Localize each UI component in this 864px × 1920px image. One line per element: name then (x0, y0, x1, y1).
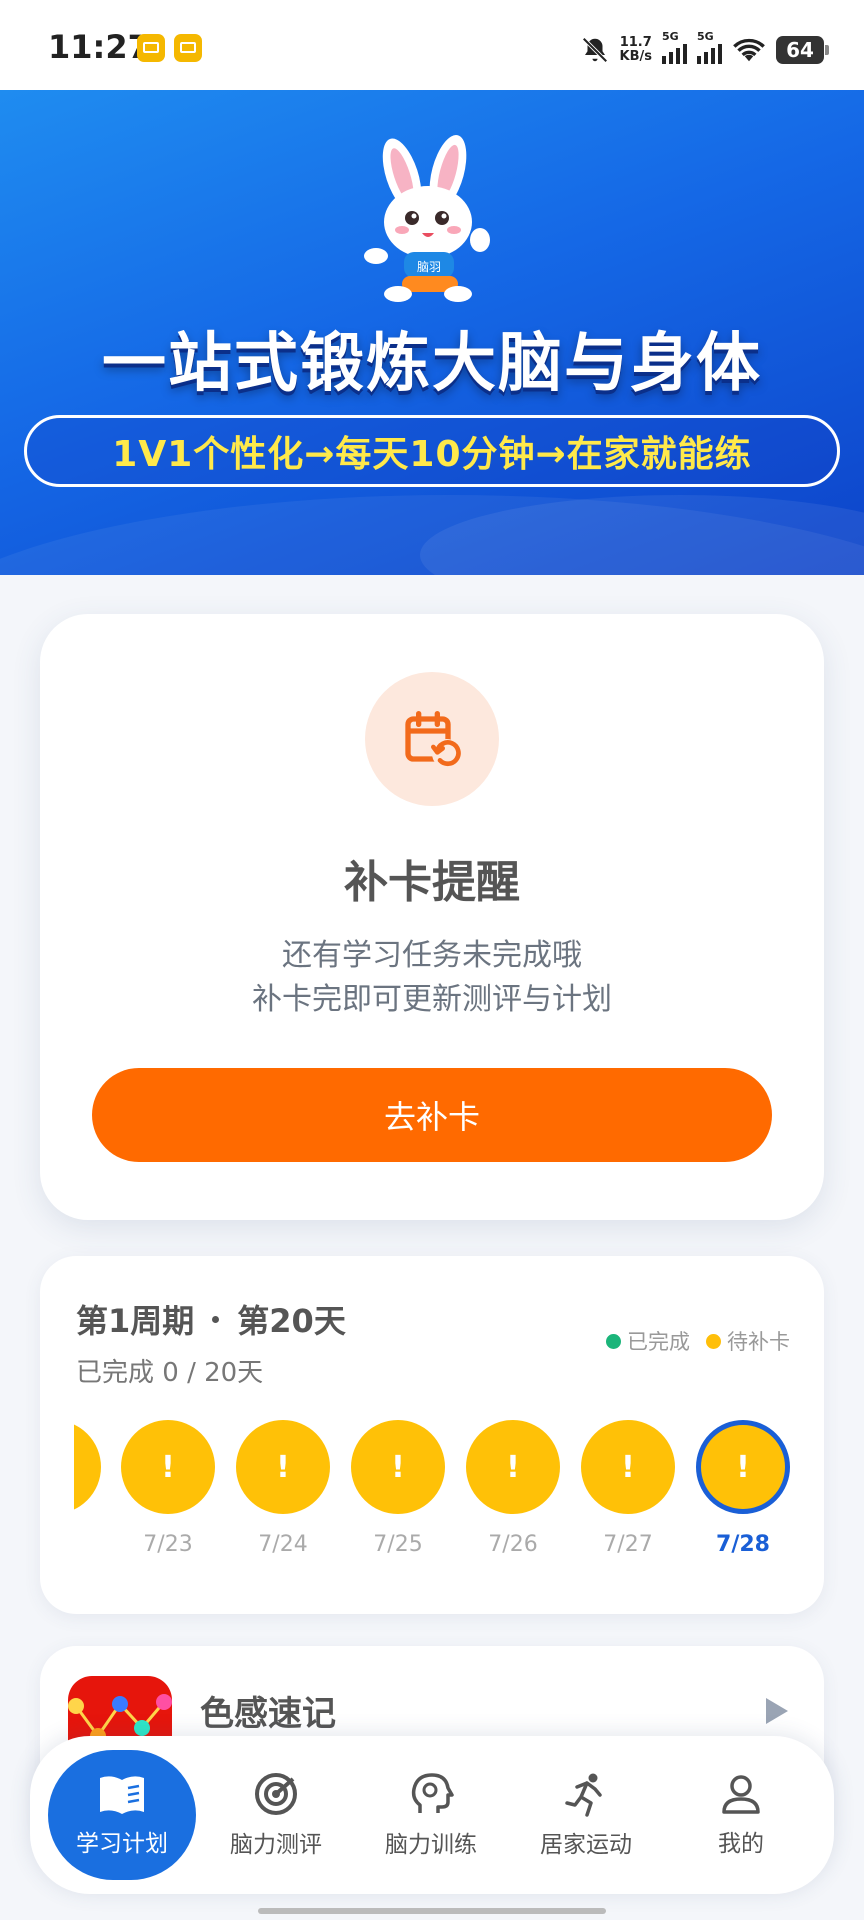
running-icon (565, 1773, 602, 1817)
legend-dot-completed (606, 1333, 621, 1349)
day-label: 第20天 (237, 1302, 346, 1340)
day-status-circle (74, 1420, 101, 1514)
cycle-progress-text: 已完成 0 / 20天 (76, 1358, 264, 1388)
nav-label: 我的 (718, 1831, 764, 1857)
day-item[interactable]: ! 7/26 (465, 1420, 561, 1557)
banner-title: 一站式锻炼大脑与身体 (102, 327, 762, 401)
nav-label: 学习计划 (76, 1831, 168, 1857)
status-bar: 11:27 11.7 KB/s 5G 5G 64 (0, 0, 864, 90)
sim1-label: 5G (662, 30, 679, 43)
user-icon (722, 1775, 760, 1814)
rabbit-mascot-icon: 脑羽 (364, 135, 490, 302)
day-status-circle: ! (466, 1420, 560, 1514)
bottom-nav: 学习计划 脑力测评 脑力训练 居家运动 我的 (30, 1736, 834, 1894)
makeup-reminder-card: 补卡提醒 还有学习任务未完成哦 补卡完即可更新测评与计划 去补卡 (40, 614, 824, 1220)
wifi-icon (733, 38, 765, 62)
nav-study-plan[interactable]: 学习计划 (48, 1750, 196, 1880)
legend-pending-label: 待补卡 (727, 1330, 790, 1354)
nav-brain-training[interactable]: 脑力训练 (357, 1750, 505, 1880)
day-date: 7/26 (488, 1532, 538, 1557)
day-status-circle: ! (236, 1420, 330, 1514)
reminder-title: 补卡提醒 (344, 857, 520, 908)
cycle-header: 第1周期 第20天 (76, 1296, 346, 1342)
signal-sim2-icon: 5G (697, 30, 722, 64)
mascot-badge: 脑羽 (417, 260, 441, 274)
network-speed: 11.7 KB/s (620, 36, 652, 64)
status-legend: 已完成 待补卡 (606, 1326, 790, 1356)
legend-completed-label: 已完成 (627, 1330, 690, 1354)
cycle-label: 第1周期 (76, 1302, 195, 1340)
day-item-current[interactable]: ! 7/28 (695, 1420, 791, 1557)
day-status-circle-current: ! (696, 1420, 790, 1514)
nav-brain-assessment[interactable]: 脑力测评 (202, 1750, 350, 1880)
day-date: 7/24 (258, 1532, 308, 1557)
status-time: 11:27 (48, 28, 150, 66)
separator-dot (212, 1315, 220, 1323)
calendar-refresh-icon (405, 711, 462, 769)
network-speed-unit: KB/s (619, 49, 652, 64)
day-item[interactable]: ! 7/25 (350, 1420, 446, 1557)
signal-sim1-icon: 5G (662, 30, 687, 64)
day-status-circle: ! (581, 1420, 675, 1514)
legend-pending: 待补卡 (706, 1326, 790, 1356)
app-notification-icon (174, 34, 202, 62)
day-item[interactable]: ! 7/24 (235, 1420, 331, 1557)
nav-profile[interactable]: 我的 (667, 1750, 815, 1880)
day-status-circle: ! (351, 1420, 445, 1514)
play-icon[interactable] (766, 1698, 788, 1724)
reminder-desc-line1: 还有学习任务未完成哦 (282, 938, 582, 973)
day-item[interactable]: ! 7/23 (120, 1420, 216, 1557)
mute-bell-icon (581, 37, 608, 63)
reminder-icon-wrap (365, 672, 499, 806)
reminder-desc-line2: 补卡完即可更新测评与计划 (252, 982, 612, 1017)
brain-head-icon (411, 1773, 454, 1813)
nav-label: 脑力训练 (385, 1832, 477, 1858)
network-speed-value: 11.7 (619, 35, 652, 50)
legend-dot-pending (706, 1333, 721, 1349)
radar-icon (255, 1773, 297, 1815)
game-title: 色感速记 (200, 1694, 336, 1734)
day-date: 7/27 (603, 1532, 653, 1557)
banner-tagline: 1V1个性化→每天10分钟→在家就能练 (24, 415, 840, 487)
status-indicators: 11.7 KB/s 5G 5G 64 (580, 30, 829, 70)
day-date: 7/23 (143, 1532, 193, 1557)
battery-icon: 64 (776, 36, 829, 64)
nav-label: 居家运动 (540, 1832, 632, 1858)
day-item-partial[interactable] (74, 1420, 102, 1514)
nav-home-exercise[interactable]: 居家运动 (512, 1750, 660, 1880)
legend-completed: 已完成 (606, 1326, 690, 1356)
day-status-circle: ! (121, 1420, 215, 1514)
day-item[interactable]: ! 7/27 (580, 1420, 676, 1557)
makeup-button[interactable]: 去补卡 (92, 1068, 772, 1162)
day-strip[interactable]: ! 7/23 ! 7/24 ! 7/25 ! 7/26 ! 7/27 ! 7/2… (74, 1420, 794, 1580)
day-date: 7/25 (373, 1532, 423, 1557)
day-date-current: 7/28 (716, 1532, 770, 1557)
promo-banner[interactable]: 脑羽 一站式锻炼大脑与身体 1V1个性化→每天10分钟→在家就能练 (0, 90, 864, 575)
nav-label: 脑力测评 (230, 1832, 322, 1858)
sim2-label: 5G (697, 30, 714, 43)
mail-notification-icon (137, 34, 165, 62)
home-indicator[interactable] (258, 1908, 606, 1914)
cycle-progress-card: 第1周期 第20天 已完成 0 / 20天 已完成 待补卡 ! 7/23 ! 7… (40, 1256, 824, 1614)
book-icon (100, 1776, 144, 1814)
